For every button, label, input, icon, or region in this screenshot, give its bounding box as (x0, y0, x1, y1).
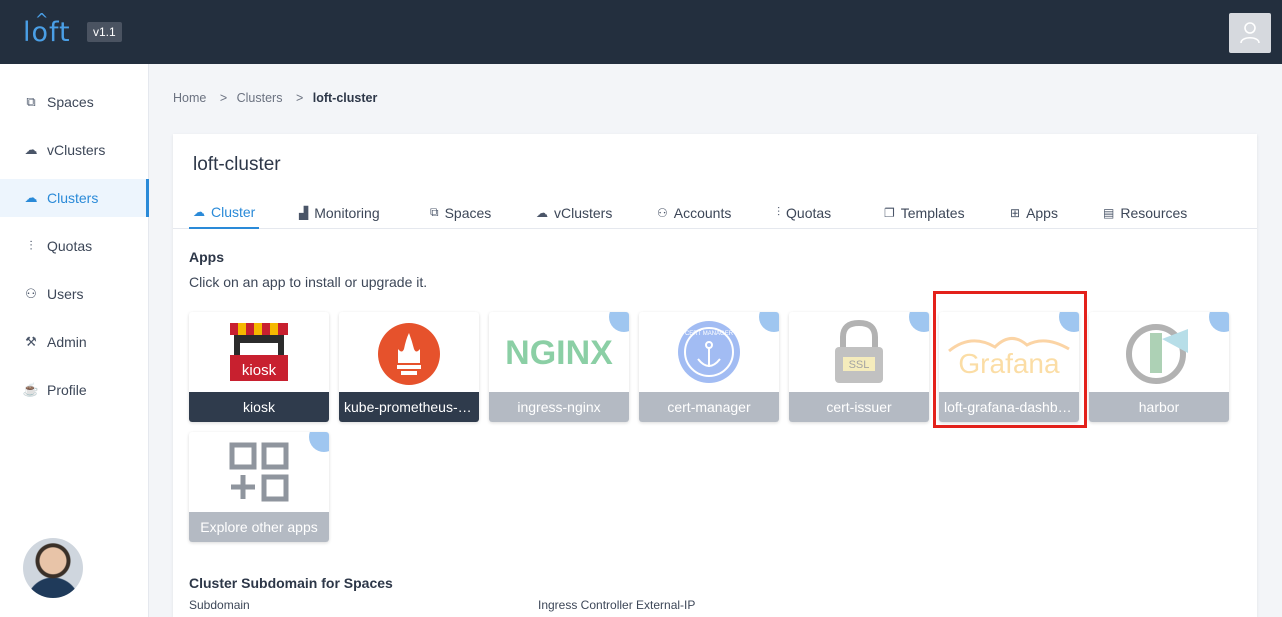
breadcrumb-current: loft-cluster (312, 91, 378, 105)
app-tile-cert-manager[interactable]: CERT MANAGER cert-manager (639, 312, 779, 422)
accounts-icon: ⚇ (657, 205, 668, 220)
app-tile-kube-prometheus-stack[interactable]: kube-prometheus-stack (339, 312, 479, 422)
cloud-icon: ☁ (24, 190, 38, 205)
breadcrumb-clusters[interactable]: Clusters (237, 91, 283, 105)
app-tile-harbor[interactable]: harbor (1089, 312, 1229, 422)
app-tile-kiosk[interactable]: kiosk kiosk (189, 312, 329, 422)
app-tile-cert-issuer[interactable]: SSL cert-issuer (789, 312, 929, 422)
avatar[interactable] (23, 538, 83, 598)
tab-monitoring[interactable]: ▟ Monitoring (299, 196, 380, 229)
apps-subtitle: Click on an app to install or upgrade it… (189, 274, 428, 290)
vclusters-icon: ☁ (24, 142, 38, 157)
svg-text:SSL: SSL (849, 359, 870, 371)
user-icon: ⚇ (25, 286, 37, 301)
cert-manager-logo-icon: CERT MANAGER (678, 321, 740, 383)
cloud-icon: ☁ (193, 204, 205, 219)
templates-icon: ❐ (884, 205, 895, 220)
svg-text:CERT MANAGER: CERT MANAGER (685, 331, 734, 337)
sidebar-item-quotas[interactable]: ⫶ Quotas (0, 227, 149, 265)
chart-icon: ▟ (299, 205, 309, 220)
breadcrumb: Home > Clusters > loft-cluster (173, 91, 378, 105)
sidebar: ⧉ Spaces ☁ vClusters ☁ Clusters ⫶ Quotas… (0, 64, 149, 617)
tab-accounts[interactable]: ⚇ Accounts (657, 196, 731, 229)
subdomain-label: Subdomain (189, 598, 250, 612)
sidebar-item-profile[interactable]: ☕ Profile (0, 371, 149, 409)
ssl-lock-icon: SSL (835, 319, 883, 383)
tab-spaces[interactable]: ⧉ Spaces (430, 196, 491, 229)
sidebar-item-users[interactable]: ⚇ Users (0, 275, 149, 313)
highlight-box (933, 291, 1087, 428)
spaces-icon: ⧉ (26, 94, 36, 109)
prometheus-logo-icon (378, 323, 440, 385)
quotas-icon: ⫶ (29, 238, 33, 253)
app-label: Explore other apps (200, 519, 318, 535)
app-label: kiosk (243, 399, 275, 415)
user-icon (1240, 22, 1260, 44)
app-tile-explore-other-apps[interactable]: Explore other apps (189, 432, 329, 542)
user-menu-button[interactable] (1229, 13, 1271, 53)
page-title: loft-cluster (193, 154, 281, 175)
tab-templates[interactable]: ❐ Templates (884, 196, 965, 229)
app-label: cert-manager (667, 399, 751, 415)
harbor-logo-icon (1126, 324, 1188, 384)
loft-logo[interactable]: ^ loft (23, 10, 71, 48)
tab-resources[interactable]: ▤ Resources (1103, 196, 1187, 229)
apps-title: Apps (189, 249, 224, 265)
cluster-card: loft-cluster ☁ Cluster ▟ Monitoring ⧉ Sp… (173, 134, 1257, 617)
sidebar-item-spaces[interactable]: ⧉ Spaces (0, 83, 149, 121)
cluster-tabs: ☁ Cluster ▟ Monitoring ⧉ Spaces ☁ vClust… (173, 196, 1257, 229)
app-label: ingress-nginx (517, 399, 601, 415)
version-badge: v1.1 (87, 22, 122, 42)
apps-grid-icon (229, 442, 289, 502)
tab-apps[interactable]: ⊞ Apps (1010, 196, 1058, 229)
spaces-icon: ⧉ (430, 205, 439, 219)
top-bar: ^ loft v1.1 (0, 0, 1282, 64)
app-tile-ingress-nginx[interactable]: NGINX ingress-nginx (489, 312, 629, 422)
resources-icon: ▤ (1103, 205, 1115, 220)
ingress-ip-label: Ingress Controller External-IP (538, 598, 696, 612)
kiosk-logo-icon: kiosk (230, 323, 288, 381)
sidebar-item-clusters[interactable]: ☁ Clusters (0, 179, 149, 217)
app-label: cert-issuer (826, 399, 892, 415)
tab-cluster[interactable]: ☁ Cluster (189, 196, 260, 229)
breadcrumb-home[interactable]: Home (173, 91, 206, 105)
nginx-logo-icon: NGINX (505, 334, 613, 372)
wrench-icon: ⚒ (25, 334, 37, 349)
svg-text:NGINX: NGINX (505, 334, 613, 372)
quotas-icon: ⫶ (777, 205, 781, 219)
sidebar-item-admin[interactable]: ⚒ Admin (0, 323, 149, 361)
sidebar-item-vclusters[interactable]: ☁ vClusters (0, 131, 149, 169)
app-label: kube-prometheus-stack (344, 399, 474, 415)
app-label: harbor (1138, 399, 1180, 415)
apps-icon: ⊞ (1010, 205, 1021, 220)
tab-quotas[interactable]: ⫶ Quotas (777, 196, 831, 229)
vclusters-icon: ☁ (536, 205, 548, 220)
profile-icon: ☕ (22, 382, 40, 397)
tab-vclusters[interactable]: ☁ vClusters (536, 196, 612, 229)
subdomain-title: Cluster Subdomain for Spaces (189, 575, 393, 591)
svg-text:kiosk: kiosk (242, 362, 277, 379)
